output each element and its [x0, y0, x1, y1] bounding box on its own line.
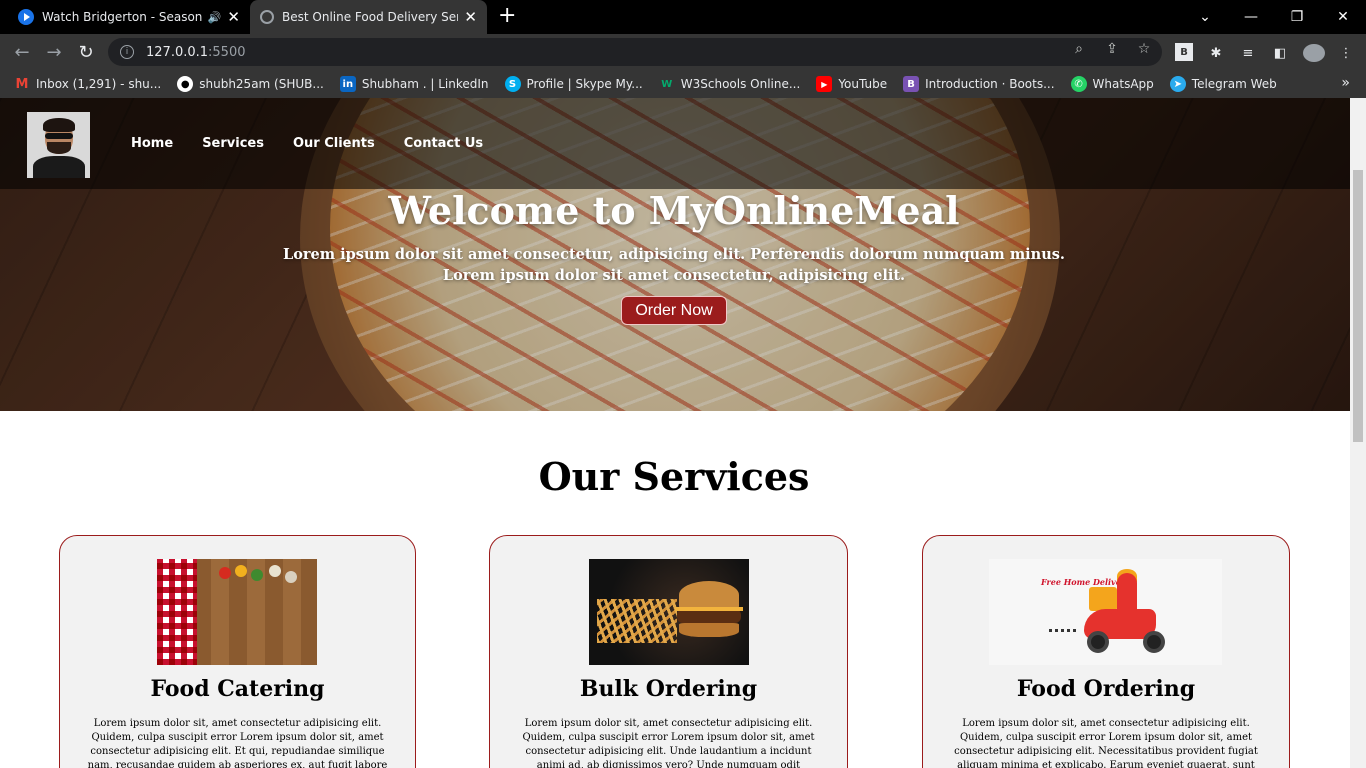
reload-icon[interactable]: ↻ [74, 40, 98, 64]
services-heading: Our Services [538, 454, 810, 499]
hero-title: Welcome to MyOnlineMeal [388, 188, 960, 233]
menu-dots-icon[interactable]: ⋮ [1337, 44, 1355, 62]
tab-food-delivery[interactable]: Best Online Food Delivery Service ✕ [250, 0, 487, 34]
hero-subtitle-line1: Lorem ipsum dolor sit amet consectetur, … [283, 246, 1065, 263]
bookmark-bootstrap[interactable]: B Introduction · Boots... [903, 76, 1055, 92]
play-icon [18, 9, 34, 25]
forward-icon[interactable]: → [42, 40, 66, 64]
new-tab-button[interactable]: + [498, 4, 516, 28]
share-icon[interactable]: ⇪ [1103, 40, 1121, 58]
back-icon[interactable]: ← [10, 40, 34, 64]
url-text: 127.0.0.1:5500 [146, 44, 246, 60]
bookmark-telegram[interactable]: ➤ Telegram Web [1169, 76, 1277, 92]
w3schools-icon: W [661, 78, 673, 90]
linkedin-icon: in [339, 76, 356, 92]
minimize-button[interactable]: — [1228, 0, 1274, 34]
site-navbar: Home Services Our Clients Contact Us [0, 98, 1350, 189]
card-title: Food Ordering [1016, 676, 1196, 702]
bookmark-github[interactable]: ● shubh25am (SHUB... [177, 76, 324, 92]
site-info-icon[interactable]: i [120, 45, 134, 59]
bootstrap-icon: B [903, 76, 920, 92]
browser-toolbar: ← → ↻ i 127.0.0.1:5500 ⌕ ⇪ ☆ B ✱ ≡ ◧ ⋮ [0, 34, 1366, 70]
bookmark-youtube[interactable]: ▶ YouTube [816, 76, 887, 92]
address-bar[interactable]: i 127.0.0.1:5500 [108, 38, 1162, 66]
close-tab-icon[interactable]: ✕ [464, 8, 477, 26]
tab-title: Best Online Food Delivery Service [282, 10, 458, 24]
service-card-bulk-ordering: Bulk Ordering Lorem ipsum dolor sit, ame… [489, 535, 848, 768]
order-now-button[interactable]: Order Now [621, 296, 727, 325]
tab-bridgerton[interactable]: Watch Bridgerton - Season 1 🔊 ✕ [8, 0, 250, 34]
delivery-scooter-image: Free Home Delivery [989, 559, 1222, 665]
bookmark-whatsapp[interactable]: ✆ WhatsApp [1070, 76, 1154, 92]
logo-avatar[interactable] [27, 112, 90, 178]
tab-search-icon[interactable]: ⌄ [1182, 0, 1228, 34]
extensions-puzzle-icon[interactable]: ✱ [1207, 44, 1225, 62]
catering-image [157, 559, 317, 665]
burger-image [589, 559, 749, 665]
nav-home[interactable]: Home [131, 136, 173, 151]
card-text: Lorem ipsum dolor sit, amet consectetur … [954, 718, 1258, 768]
youtube-icon: ▶ [816, 76, 833, 92]
card-title: Bulk Ordering [579, 676, 758, 702]
nav-contact-us[interactable]: Contact Us [404, 136, 483, 151]
card-text: Lorem ipsum dolor sit, amet consectetur … [522, 718, 815, 768]
whatsapp-icon: ✆ [1070, 76, 1087, 92]
nav-links: Home Services Our Clients Contact Us [131, 136, 512, 151]
speaker-icon[interactable]: 🔊 [208, 11, 222, 24]
gmail-icon: M [15, 76, 29, 92]
bootstrap-extension-icon[interactable]: B [1175, 43, 1193, 61]
hero-subtitle: Lorem ipsum dolor sit amet consectetur, … [0, 244, 1348, 286]
nav-services[interactable]: Services [202, 136, 264, 151]
nav-our-clients[interactable]: Our Clients [293, 136, 375, 151]
close-tab-icon[interactable]: ✕ [227, 8, 240, 26]
bookmark-skype[interactable]: S Profile | Skype My... [504, 76, 643, 92]
card-text: Lorem ipsum dolor sit, amet consectetur … [87, 718, 388, 768]
service-card-food-ordering: Free Home Delivery Food Ordering Lorem i… [922, 535, 1290, 768]
more-bookmarks-icon[interactable]: » [1341, 75, 1350, 91]
close-window-button[interactable]: ✕ [1320, 0, 1366, 34]
telegram-icon: ➤ [1169, 76, 1186, 92]
github-icon: ● [177, 76, 194, 92]
globe-icon [260, 10, 274, 24]
hero-subtitle-line2: Lorem ipsum dolor sit amet consectetur, … [442, 267, 906, 284]
page-scrollbar[interactable] [1350, 98, 1366, 768]
side-panel-icon[interactable]: ◧ [1271, 44, 1289, 62]
browser-tab-strip: Watch Bridgerton - Season 1 🔊 ✕ Best Onl… [0, 0, 1366, 34]
bookmark-w3schools[interactable]: W W3Schools Online... [659, 76, 800, 92]
scrollbar-thumb[interactable] [1353, 170, 1363, 442]
profile-avatar-icon[interactable] [1303, 44, 1325, 62]
media-control-icon[interactable]: ≡ [1239, 44, 1257, 62]
card-title: Food Catering [150, 676, 325, 702]
page-viewport: Home Services Our Clients Contact Us Wel… [0, 98, 1350, 768]
zoom-icon[interactable]: ⌕ [1070, 40, 1088, 58]
bookmark-gmail[interactable]: M Inbox (1,291) - shu... [14, 76, 162, 92]
tab-title: Watch Bridgerton - Season 1 [42, 10, 204, 24]
service-card-catering: Food Catering Lorem ipsum dolor sit, ame… [59, 535, 416, 768]
restore-button[interactable]: ❐ [1274, 0, 1320, 34]
bookmark-linkedin[interactable]: in Shubham . | LinkedIn [339, 76, 489, 92]
bookmark-star-icon[interactable]: ☆ [1135, 40, 1153, 58]
skype-icon: S [504, 76, 521, 92]
hero-section: Home Services Our Clients Contact Us Wel… [0, 98, 1350, 411]
bookmarks-bar: M Inbox (1,291) - shu... ● shubh25am (SHUB… [0, 70, 1366, 98]
